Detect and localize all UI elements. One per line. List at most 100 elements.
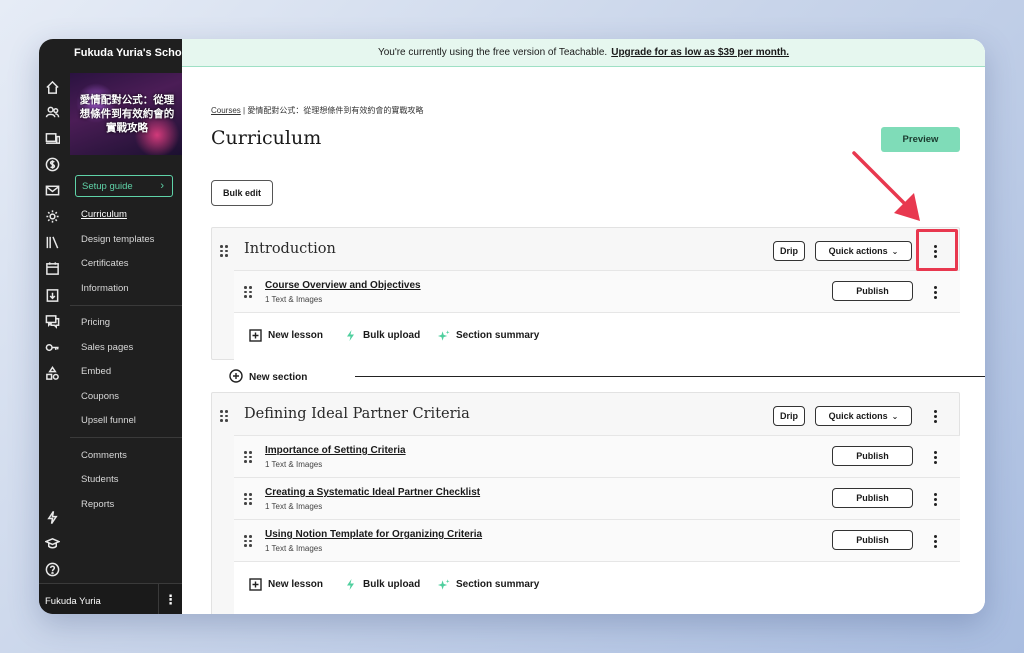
section-summary-label: Section summary [456,330,540,341]
lesson-title[interactable]: Creating a Systematic Ideal Partner Chec… [265,487,480,498]
section-title[interactable]: Introduction [244,241,336,257]
new-section-divider [355,376,985,377]
section-title[interactable]: Defining Ideal Partner Criteria [244,406,470,422]
home-icon[interactable] [44,79,61,96]
breadcrumb-course: 愛情配對公式：從理想條件到有效約會的實戰攻略 [247,106,424,115]
lesson-more-options-icon[interactable] [928,489,942,509]
bulk-upload-button[interactable]: Bulk upload [344,329,420,342]
drag-handle-icon[interactable] [220,410,228,422]
nav-item-certificates[interactable]: Certificates [81,258,129,269]
publish-button[interactable]: Publish [832,281,913,301]
publish-button[interactable]: Publish [832,488,913,508]
drag-handle-icon[interactable] [244,493,252,505]
setup-guide-button[interactable]: Setup guide › [75,175,173,197]
nav-item-comments[interactable]: Comments [81,450,127,461]
lesson-more-options-icon[interactable] [928,447,942,467]
annotation-highlight-box [916,229,958,271]
mail-icon[interactable] [44,182,61,199]
lesson-title[interactable]: Course Overview and Objectives [265,280,421,291]
chevron-down-icon: ⌄ [891,411,899,421]
nav-divider [70,305,182,306]
lesson-row[interactable]: Course Overview and Objectives 1 Text & … [234,270,960,312]
shapes-icon[interactable] [44,365,61,382]
lesson-more-options-icon[interactable] [928,282,942,302]
breadcrumb-courses-link[interactable]: Courses [211,106,241,115]
user-name[interactable]: Fukuda Yuria [45,596,101,607]
new-lesson-label: New lesson [268,330,324,341]
key-icon[interactable] [44,339,61,356]
lightning-icon [344,578,357,591]
drag-handle-icon[interactable] [244,535,252,547]
nav-item-pricing[interactable]: Pricing [81,317,110,328]
nav-item-reports[interactable]: Reports [81,499,114,510]
app-window: Fukuda Yuria's School 愛情配對公式：從理想條件到有效約會的… [39,39,985,614]
lesson-subtitle: 1 Text & Images [265,502,323,511]
nav-item-embed[interactable]: Embed [81,366,111,377]
new-section-button[interactable]: New section [229,369,307,386]
quick-actions-dropdown[interactable]: Quick actions ⌄ [815,406,912,426]
user-bar: Fukuda Yuria ⋮ [39,583,182,614]
lightning-icon [344,329,357,342]
users-icon[interactable] [44,104,61,121]
lesson-row[interactable]: Creating a Systematic Ideal Partner Chec… [234,477,960,519]
lesson-more-options-icon[interactable] [928,531,942,551]
course-thumbnail[interactable]: 愛情配對公式：從理想條件到有效約會的實戰攻略 [70,73,182,155]
quick-actions-dropdown[interactable]: Quick actions ⌄ [815,241,912,261]
settings-icon[interactable] [44,208,61,225]
nav-item-coupons[interactable]: Coupons [81,391,119,402]
download-icon[interactable] [44,287,61,304]
chevron-down-icon: ⌄ [891,246,899,256]
main-content: You're currently using the free version … [182,39,985,614]
drip-button[interactable]: Drip [773,241,805,261]
chat-icon[interactable] [44,313,61,330]
devices-icon[interactable] [44,130,61,147]
section-header: Introduction Drip Quick actions ⌄ [212,228,959,270]
lesson-row[interactable]: Using Notion Template for Organizing Cri… [234,519,960,561]
lightning-icon[interactable] [44,509,61,526]
section-summary-label: Section summary [456,579,540,590]
drip-button[interactable]: Drip [773,406,805,426]
lesson-row[interactable]: Importance of Setting Criteria 1 Text & … [234,435,960,477]
drag-handle-icon[interactable] [244,451,252,463]
bulk-upload-label: Bulk upload [363,579,421,590]
setup-guide-label: Setup guide [82,180,133,192]
bulk-upload-button[interactable]: Bulk upload [344,578,420,591]
plus-square-icon [249,329,262,342]
drag-handle-icon[interactable] [244,286,252,298]
user-menu-kebab-icon[interactable]: ⋮ [158,584,182,614]
new-lesson-button[interactable]: New lesson [249,578,323,591]
section-summary-button[interactable]: Section summary [437,578,539,591]
library-icon[interactable] [44,234,61,251]
publish-button[interactable]: Publish [832,530,913,550]
nav-item-design-templates[interactable]: Design templates [81,234,154,245]
lesson-list: Course Overview and Objectives 1 Text & … [234,270,960,360]
upgrade-link[interactable]: Upgrade for as low as $39 per month. [611,47,789,58]
section-card: Introduction Drip Quick actions ⌄ Course… [211,227,960,360]
upgrade-banner: You're currently using the free version … [182,39,985,67]
new-section-label: New section [249,372,308,383]
dollar-icon[interactable] [44,156,61,173]
sparkle-icon [437,578,450,591]
bulk-edit-button[interactable]: Bulk edit [211,180,273,206]
nav-item-students[interactable]: Students [81,474,119,485]
icon-rail [39,39,66,614]
drag-handle-icon[interactable] [220,245,228,257]
nav-item-sales-pages[interactable]: Sales pages [81,342,133,353]
nav-item-upsell-funnel[interactable]: Upsell funnel [81,415,136,426]
section-actions-row: New lesson Bulk upload Section summary [234,312,960,358]
section-summary-button[interactable]: Section summary [437,329,539,342]
section-more-options-icon[interactable] [928,406,942,426]
nav-item-curriculum[interactable]: Curriculum [81,209,127,220]
quick-actions-label: Quick actions [828,246,888,256]
calendar-icon[interactable] [44,260,61,277]
nav-item-information[interactable]: Information [81,283,129,294]
help-icon[interactable] [44,561,61,578]
publish-button[interactable]: Publish [832,446,913,466]
lesson-title[interactable]: Using Notion Template for Organizing Cri… [265,529,482,540]
school-name[interactable]: Fukuda Yuria's School [74,47,191,59]
bulk-upload-label: Bulk upload [363,330,421,341]
lesson-title[interactable]: Importance of Setting Criteria [265,445,406,456]
lesson-subtitle: 1 Text & Images [265,295,323,304]
graduation-cap-icon[interactable] [44,535,61,552]
new-lesson-button[interactable]: New lesson [249,329,323,342]
